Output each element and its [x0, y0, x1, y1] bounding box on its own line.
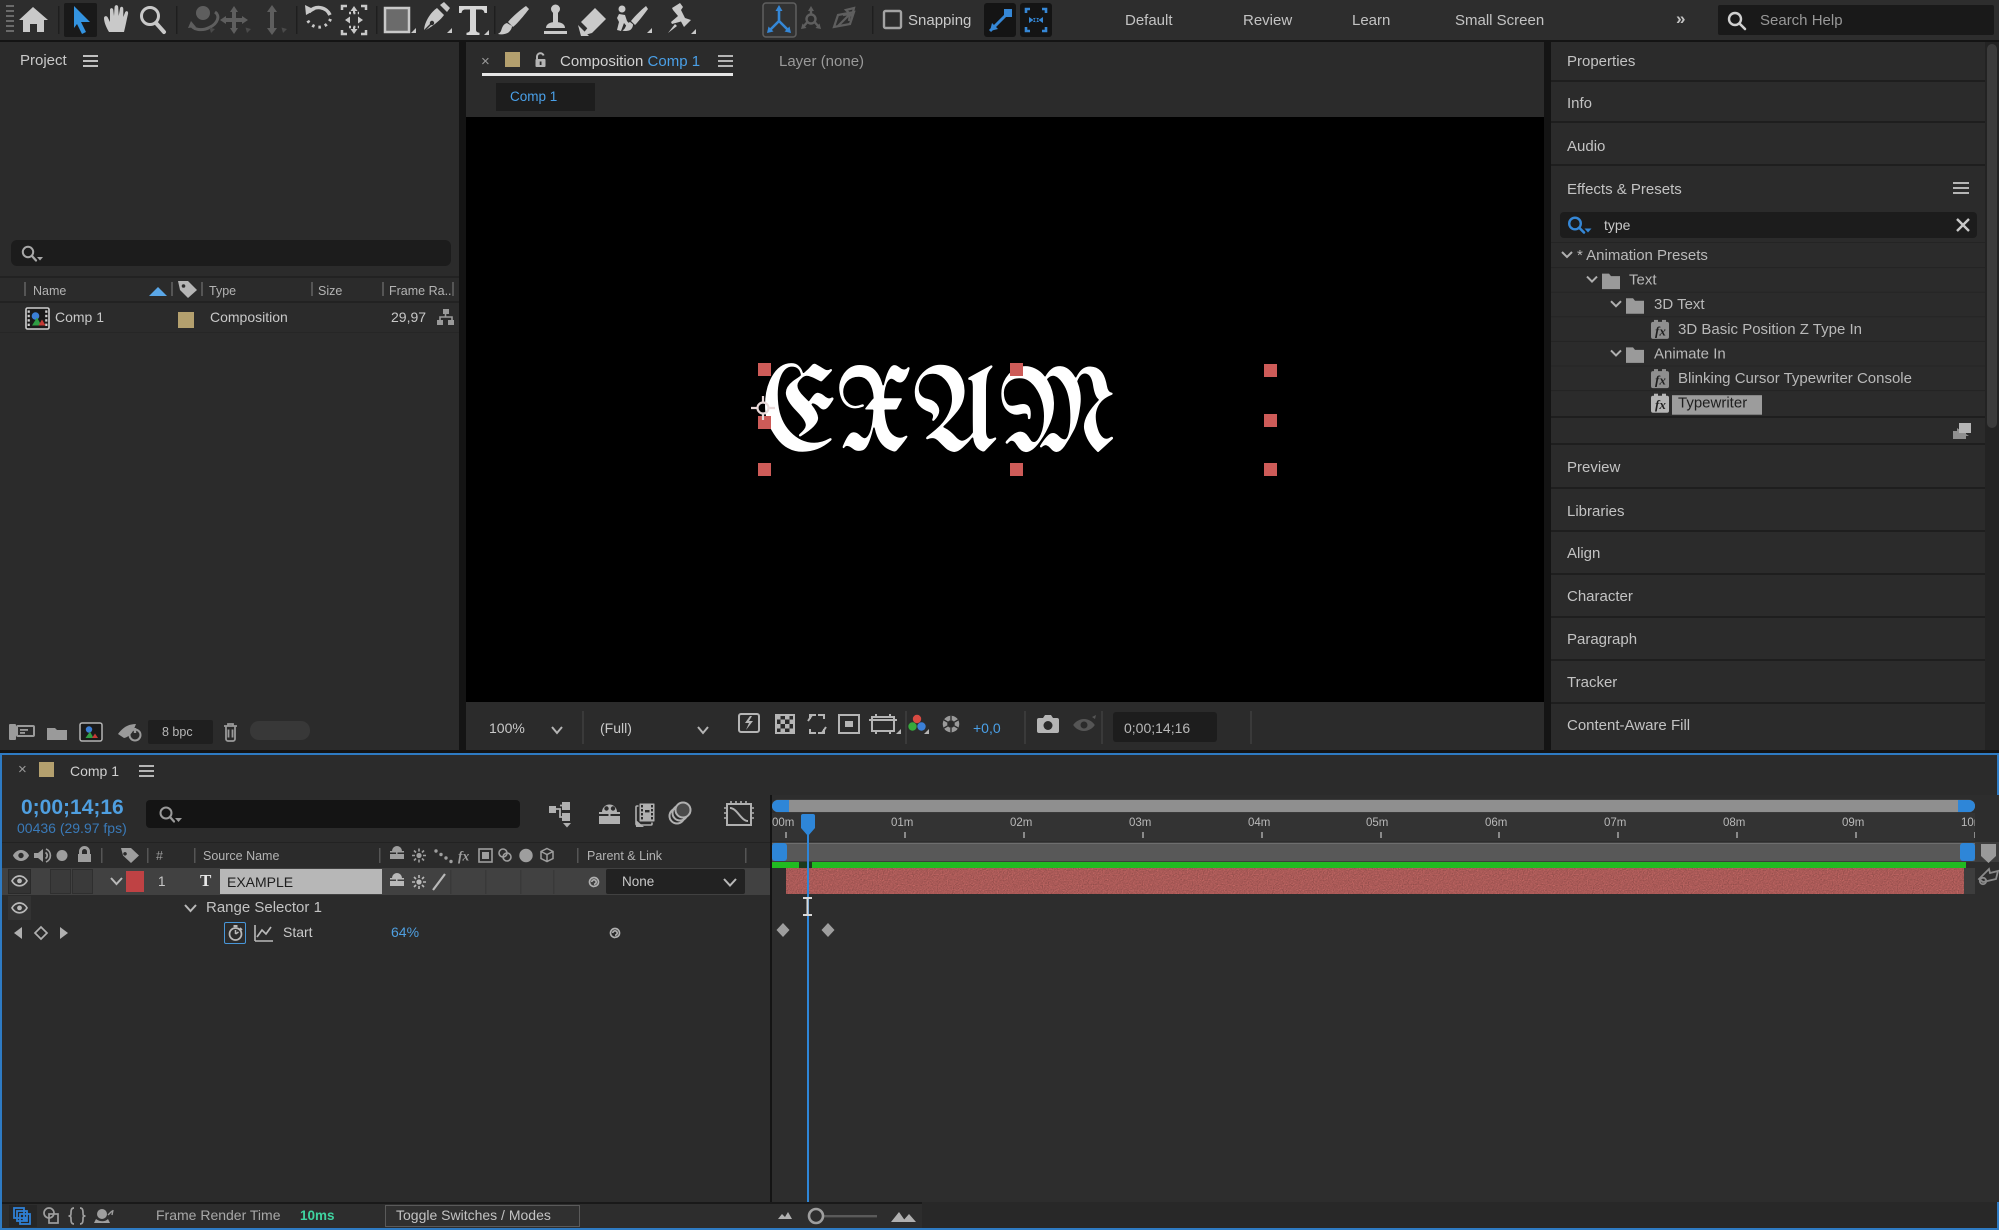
svg-text:Animate In: Animate In [1654, 345, 1726, 362]
svg-text:fx: fx [1655, 397, 1666, 412]
svg-text:Typewriter: Typewriter [1678, 395, 1747, 412]
svg-text:Text: Text [1629, 272, 1657, 289]
svg-text:Source Name: Source Name [203, 849, 279, 863]
svg-text:fx: fx [1655, 373, 1666, 388]
svg-text:3D Basic Position Z Type In: 3D Basic Position Z Type In [1678, 321, 1862, 338]
svg-text:Blinking Cursor Typewriter Con: Blinking Cursor Typewriter Console [1678, 370, 1912, 387]
svg-text:* Animation Presets: * Animation Presets [1577, 247, 1708, 264]
svg-text:#: # [156, 849, 163, 863]
svg-text:fx: fx [458, 849, 469, 864]
svg-text:3D Text: 3D Text [1654, 296, 1705, 313]
svg-text:fx: fx [1655, 323, 1666, 338]
svg-text:Parent & Link: Parent & Link [587, 849, 663, 863]
